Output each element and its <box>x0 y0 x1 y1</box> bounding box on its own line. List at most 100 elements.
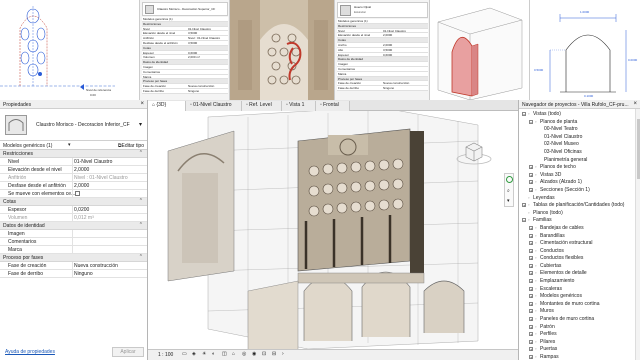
browser-tree-item[interactable]: + ▫ Modelos genéricos <box>519 293 635 301</box>
expand-icon[interactable]: + <box>529 271 533 276</box>
property-row[interactable]: Espesor 0,0200 <box>0 206 147 214</box>
properties-help-link[interactable]: Ayuda de propiedades <box>5 349 55 355</box>
property-row[interactable]: Nivel 01-Nivel Claustro <box>0 158 147 166</box>
property-group-header[interactable]: Proceso por fases ⌃ <box>0 254 147 262</box>
steering-wheel-icon[interactable] <box>506 176 513 183</box>
expand-icon[interactable]: + <box>529 309 533 314</box>
collapse-icon[interactable]: ⌃ <box>139 150 143 156</box>
view-cube[interactable] <box>454 137 494 167</box>
browser-tree-item[interactable]: + ▫ Alzados (Alzado 1) <box>519 179 635 187</box>
close-icon[interactable]: × <box>140 101 144 107</box>
analysis-icon[interactable]: ⊟ <box>272 351 276 357</box>
browser-tree-item[interactable]: 02-Nivel Museo <box>519 141 635 149</box>
browser-tree-item[interactable]: + ▫ Bandejas de cables <box>519 225 635 233</box>
thumbnail-arch-photo[interactable] <box>230 0 335 100</box>
type-selector[interactable]: Claustro Morisco - Decoracion Inferior_C… <box>0 109 147 141</box>
edit-type-button[interactable]: ⧉Editar tipo <box>118 143 144 149</box>
thumbnail-3d-arch[interactable] <box>430 0 530 100</box>
browser-tree-item[interactable]: + ▫ Conductos <box>519 248 635 256</box>
browser-tree-item[interactable]: + ▫ Secciones (Sección 1) <box>519 187 635 195</box>
view-tab[interactable]: ▫ Vista 1 <box>282 101 316 111</box>
view-tab[interactable]: ▫ Ref. Level <box>242 101 282 111</box>
property-row[interactable]: Fase de derribo Ninguno <box>0 270 147 278</box>
expand-icon[interactable]: + <box>529 317 533 322</box>
browser-tree-item[interactable]: − ▫ Vistas (todo) <box>519 111 635 119</box>
property-value[interactable]: 0,0200 <box>74 207 89 213</box>
browser-tree-item[interactable]: + ▫ Pilares <box>519 339 635 347</box>
property-value[interactable]: Nueva construcción <box>74 263 118 269</box>
collapse-icon[interactable]: ⌃ <box>139 222 143 228</box>
expand-icon[interactable]: + <box>529 225 533 230</box>
property-row[interactable]: Imagen <box>0 230 147 238</box>
visual-style-icon[interactable]: ◈ <box>192 351 196 357</box>
property-row[interactable]: Desfase desde el anfitrión 2,0000 <box>0 182 147 190</box>
property-row[interactable]: Se mueve con elementos ce... <box>0 190 147 198</box>
chevron-down-icon[interactable]: ▾ <box>68 142 71 148</box>
expand-icon[interactable]: + <box>529 347 533 352</box>
expand-icon[interactable]: + <box>529 339 533 344</box>
browser-tree-item[interactable]: − ▫ Planos de planta <box>519 119 635 127</box>
expand-icon[interactable]: + <box>529 279 533 284</box>
zoom-icon[interactable]: ⌕ <box>507 188 510 194</box>
browser-tree-item[interactable]: + ▫ Paneles de muro cortina <box>519 316 635 324</box>
property-value[interactable]: Ninguno <box>74 271 93 277</box>
collapse-icon[interactable]: − <box>529 119 533 124</box>
expand-icon[interactable]: + <box>529 355 533 360</box>
chevron-down-icon[interactable]: ▾ <box>507 198 510 204</box>
collapse-icon[interactable]: ⌃ <box>139 254 143 260</box>
detail-level-icon[interactable]: ▭ <box>182 351 187 357</box>
thumbnail-properties-superior[interactable]: Cláustro Morisco - Decoración Superior_C… <box>140 0 230 100</box>
property-group-header[interactable]: Cotas ⌃ <box>0 198 147 206</box>
browser-tree-item[interactable]: + ▫ Cubiertas <box>519 263 635 271</box>
browser-tree-item[interactable]: 00-Nivel Teatro <box>519 126 635 134</box>
browser-tree-item[interactable]: + ▫ Conductos flexibles <box>519 255 635 263</box>
shadows-icon[interactable]: ◐ <box>212 351 215 357</box>
collapse-icon[interactable]: ⌃ <box>139 198 143 204</box>
browser-tree-item[interactable]: ▫ Planos (todo) <box>519 210 635 218</box>
browser-tree-item[interactable]: + ▫ Rampas <box>519 354 635 360</box>
sun-path-icon[interactable]: ☀ <box>202 351 206 357</box>
browser-tree-item[interactable]: + ▫ Tablas de planificación/Cantidades (to… <box>519 202 635 210</box>
expand-icon[interactable]: + <box>529 248 533 253</box>
expand-icon[interactable]: + <box>529 256 533 261</box>
3d-viewport[interactable]: ⌕ ▾ <box>148 111 518 349</box>
render-icon[interactable]: ◫ <box>222 351 227 357</box>
browser-tree-item[interactable]: + ▫ Elementos de detalle <box>519 270 635 278</box>
thumbnail-elevation-drawing[interactable]: Nivel de referencia 0.00 <box>0 0 140 100</box>
property-row[interactable]: Fase de creación Nueva construcción <box>0 262 147 270</box>
browser-tree-item[interactable]: + ▫ Puertas <box>519 346 635 354</box>
expand-icon[interactable]: + <box>529 301 533 306</box>
lock-view-icon[interactable]: ⌂ <box>232 351 235 357</box>
view-tab[interactable]: ▫ 01-Nivel Claustro <box>186 101 242 111</box>
property-value[interactable]: 2,0000 <box>74 183 89 189</box>
view-tab[interactable]: ▫ Frontal <box>316 101 350 111</box>
expand-icon[interactable]: + <box>529 294 533 299</box>
browser-tree-item[interactable]: − ▫ Familias <box>519 217 635 225</box>
browser-tree-item[interactable]: 03-Nivel Oficinas <box>519 149 635 157</box>
view-tab[interactable]: ⌂ {3D} <box>148 101 186 111</box>
temporary-hide-icon[interactable]: ◎ <box>242 351 246 357</box>
expand-icon[interactable]: + <box>529 187 533 192</box>
property-value[interactable]: 2,0000 <box>74 167 89 173</box>
property-row[interactable]: Comentarios <box>0 238 147 246</box>
browser-tree-item[interactable]: 01-Nivel Claustro <box>519 134 635 142</box>
scale-selector[interactable]: 1 : 100 <box>158 352 173 358</box>
browser-tree-item[interactable]: + ▫ Patrón <box>519 324 635 332</box>
close-icon[interactable]: × <box>633 101 637 107</box>
expand-icon[interactable]: + <box>529 165 533 170</box>
expand-icon[interactable]: + <box>529 263 533 268</box>
moves-with-checkbox[interactable] <box>75 191 80 196</box>
browser-tree-item[interactable]: + ▫ Muros <box>519 308 635 316</box>
collapse-icon[interactable]: − <box>522 218 526 223</box>
expand-icon[interactable]: + <box>529 233 533 238</box>
expand-icon[interactable]: + <box>529 180 533 185</box>
crop-icon[interactable]: ⊡ <box>262 351 266 357</box>
property-value[interactable]: 01-Nivel Claustro <box>74 159 112 165</box>
browser-scrollbar[interactable] <box>635 109 640 360</box>
expand-icon[interactable]: + <box>529 286 533 291</box>
browser-tree-item[interactable]: Planimetría general <box>519 157 635 165</box>
thumbnail-technical-drawing[interactable]: 1.0000 0.0000 0.5000 0.1000 <box>530 0 640 100</box>
browser-tree-item[interactable]: + ▫ Barandillas <box>519 233 635 241</box>
browser-tree-item[interactable]: ▫ Leyendas <box>519 195 635 203</box>
browser-tree-item[interactable]: + ▫ Escaleras <box>519 286 635 294</box>
